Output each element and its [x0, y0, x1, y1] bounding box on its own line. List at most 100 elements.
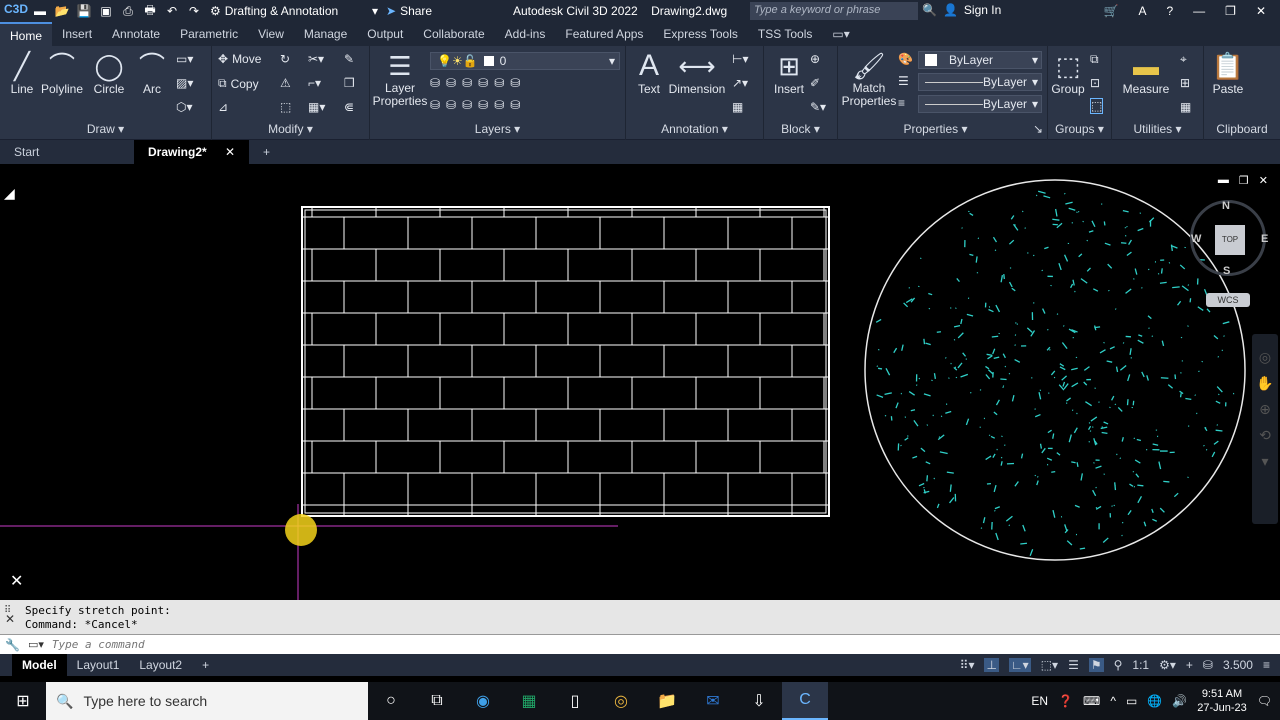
match-properties-button[interactable]: 🖌 Match Properties — [840, 50, 898, 108]
panel-draw-title[interactable]: Draw ▾ — [0, 122, 211, 136]
cart-icon[interactable]: 🛒 — [1104, 4, 1119, 18]
quick-select-button[interactable]: ⊞ — [1180, 76, 1190, 90]
paste-button[interactable]: 📋 Paste — [1210, 50, 1246, 96]
tab-manage[interactable]: Manage — [294, 22, 357, 46]
drawing2-tab[interactable]: Drawing2* ✕ — [134, 140, 249, 164]
autodesk-app-icon[interactable]: A — [1138, 4, 1146, 18]
multileader-button[interactable]: ↗▾ — [732, 76, 748, 90]
tab-view[interactable]: View — [248, 22, 294, 46]
panel-annotation-title[interactable]: Annotation ▾ — [626, 122, 763, 136]
tab-collaborate[interactable]: Collaborate — [413, 22, 494, 46]
task-view-icon[interactable]: ⧉ — [414, 682, 460, 720]
sign-in-button[interactable]: 🔍 👤 Sign In — [922, 3, 1001, 17]
lineweight-icon[interactable]: ≡ — [898, 96, 905, 110]
dimension-button[interactable]: ⟷ Dimension — [668, 50, 726, 96]
units-icon[interactable]: ⛁ — [1203, 658, 1213, 672]
viewcube-top-face[interactable]: TOP — [1215, 225, 1245, 255]
status-menu-icon[interactable]: ≡ — [1263, 658, 1270, 672]
add-plus-icon[interactable]: + — [1186, 658, 1193, 672]
layer-combo[interactable]: 💡☀🔓 0 ▾ — [430, 52, 620, 70]
chevron-up-icon[interactable]: ^ — [1110, 694, 1116, 708]
circle-button[interactable]: ◯ Circle — [90, 50, 128, 96]
dialog-launcher-icon[interactable]: ↘ — [1033, 122, 1047, 136]
usb-drive-icon[interactable]: ▯ — [552, 682, 598, 720]
taskbar-search[interactable]: 🔍 Type here to search — [46, 682, 368, 720]
viewcube-north[interactable]: N — [1222, 200, 1230, 212]
color-combo[interactable]: ByLayer ▾ — [918, 51, 1042, 69]
share-button[interactable]: ➤ Share — [386, 4, 432, 18]
civil3d-taskbar-icon[interactable]: C — [782, 682, 828, 720]
viewcube-south[interactable]: S — [1223, 265, 1230, 277]
add-layout-plus-icon[interactable]: + — [192, 654, 219, 676]
restore-icon[interactable]: ❐ — [1225, 4, 1236, 18]
tab-express-tools[interactable]: Express Tools — [653, 22, 747, 46]
measure-button[interactable]: ▬ Measure — [1120, 50, 1172, 96]
tab-tss-tools[interactable]: TSS Tools — [748, 22, 822, 46]
panel-clipboard-title[interactable]: Clipboard — [1204, 122, 1280, 136]
annoscale-value[interactable]: 3.500 — [1223, 658, 1253, 672]
viewport-controls-icon[interactable]: ◢ — [4, 186, 15, 202]
customize-wrench-icon[interactable]: 🔧 — [5, 638, 20, 652]
ortho-icon[interactable]: ∟▾ — [1008, 658, 1031, 672]
app-installer-icon[interactable]: ⇩ — [736, 682, 782, 720]
boundary-button[interactable]: ⬡▾ — [176, 100, 193, 114]
recent-commands-icon[interactable]: ▭▾ — [28, 638, 44, 651]
close-icon[interactable]: ✕ — [1256, 4, 1266, 18]
create-block-button[interactable]: ⊕ — [810, 52, 820, 66]
annotation-scale-value[interactable]: 1:1 — [1132, 658, 1149, 672]
text-button[interactable]: A Text — [632, 50, 666, 97]
lineweight-toggle-icon[interactable]: ☰ — [1068, 658, 1079, 672]
hatch-button[interactable]: ▨▾ — [176, 76, 193, 90]
brick-hatch-rectangle[interactable] — [301, 206, 830, 517]
help-search-input[interactable]: Type a keyword or phrase — [750, 2, 918, 20]
tab-annotate[interactable]: Annotate — [102, 22, 170, 46]
layer-tools-row-1[interactable]: ⛁⛁⛁⛁⛁⛁ — [430, 76, 526, 90]
panel-properties-title[interactable]: Properties ▾ ↘ — [838, 122, 1047, 136]
panel-block-title[interactable]: Block ▾ — [764, 122, 837, 136]
isodraft-icon[interactable]: ⬚▾ — [1041, 658, 1058, 672]
line-button[interactable]: ╱ Line — [6, 50, 38, 96]
scale-button[interactable]: ⬚ — [280, 100, 291, 114]
panel-modify-title[interactable]: Modify ▾ — [212, 122, 369, 136]
viewport-minimize-icon[interactable]: ▬ — [1218, 174, 1229, 187]
viewcube-east[interactable]: E — [1261, 233, 1268, 245]
command-close-icon[interactable]: ✕ — [5, 612, 15, 626]
viewport-close-icon[interactable]: ✕ — [1259, 174, 1268, 187]
mirror-button[interactable]: ⚠ — [280, 76, 291, 90]
linetype-icon[interactable]: ☰ — [898, 74, 909, 88]
group-select-button[interactable]: ⬚ — [1090, 98, 1104, 114]
network-icon[interactable]: ▭ — [1126, 694, 1137, 708]
cortana-icon[interactable]: ○ — [368, 682, 414, 720]
navbar-icons[interactable]: ◎ ✋ ⊕ ⟲ ▾ — [1252, 334, 1278, 474]
erase-button[interactable]: ✎ — [344, 52, 354, 66]
viewcube-ring[interactable]: N S E W TOP — [1190, 200, 1268, 277]
civil3d-logo-icon[interactable]: C3D — [4, 2, 28, 20]
model-tab[interactable]: Model — [12, 654, 67, 676]
save-icon[interactable]: 💾 — [76, 3, 92, 19]
close-tab-icon[interactable]: ✕ — [225, 140, 235, 164]
undo-icon[interactable]: ↶ — [164, 3, 180, 19]
drawing-canvas[interactable]: ✕ ◢ ▬ ❐ ✕ N S E W TOP WCS — [0, 164, 1280, 600]
calculator-button[interactable]: ▦ — [1180, 100, 1191, 114]
viewport-restore-icon[interactable]: ❐ — [1239, 174, 1249, 187]
tab-parametric[interactable]: Parametric — [170, 22, 248, 46]
keyboard-icon[interactable]: ⌨ — [1083, 694, 1100, 708]
panel-utilities-title[interactable]: Utilities ▾ — [1112, 122, 1203, 136]
minimize-icon[interactable]: — — [1193, 4, 1205, 18]
tab-output[interactable]: Output — [357, 22, 413, 46]
panel-groups-title[interactable]: Groups ▾ — [1048, 122, 1111, 136]
grid-icon[interactable]: ⠿▾ — [960, 658, 975, 672]
language-indicator[interactable]: EN — [1031, 694, 1048, 708]
stretch-button[interactable]: ⊿ — [218, 100, 228, 114]
linetype-combo[interactable]: ByLayer ▾ — [918, 73, 1042, 91]
move-button[interactable]: ✥ Move — [218, 52, 261, 66]
rectangle-button[interactable]: ▭▾ — [176, 52, 193, 66]
viewcube-west[interactable]: W — [1191, 233, 1201, 245]
rotate-button[interactable]: ↻ — [280, 52, 290, 66]
lineweight-combo[interactable]: ByLayer ▾ — [918, 95, 1042, 113]
snap-icon[interactable]: ⊥ — [984, 658, 999, 672]
new-icon[interactable]: ▬ — [32, 3, 48, 19]
tab-add-ins[interactable]: Add-ins — [495, 22, 556, 46]
copy-button[interactable]: ⧉ Copy — [218, 76, 259, 91]
table-button[interactable]: ▦ — [732, 100, 743, 114]
